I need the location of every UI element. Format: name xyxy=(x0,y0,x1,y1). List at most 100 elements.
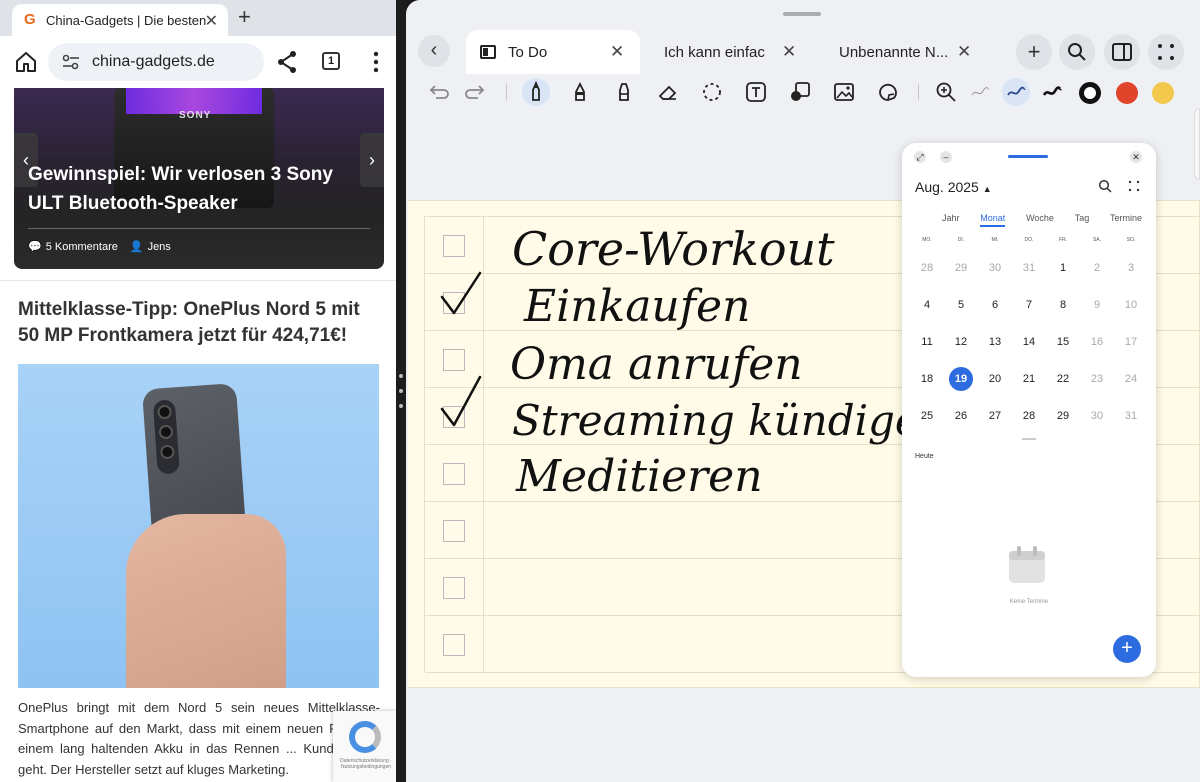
marker-icon[interactable] xyxy=(566,78,594,106)
more-menu-icon[interactable] xyxy=(366,50,386,74)
lasso-icon[interactable] xyxy=(698,78,726,106)
calendar-day[interactable]: 2 xyxy=(1085,256,1109,280)
article-image[interactable] xyxy=(18,364,379,688)
calendar-day[interactable]: 12 xyxy=(949,330,973,354)
calendar-day[interactable]: 25 xyxy=(915,404,939,428)
close-icon[interactable]: ✕ xyxy=(957,42,971,62)
calendar-day[interactable]: 24 xyxy=(1119,367,1143,391)
calendar-day[interactable]: 5 xyxy=(949,293,973,317)
close-tab-icon[interactable]: ✕ xyxy=(205,11,218,31)
tab-day[interactable]: Tag xyxy=(1075,213,1090,227)
color-black-swatch[interactable] xyxy=(1079,82,1101,104)
tab-ich-kann[interactable]: Ich kann einfac ✕ xyxy=(664,30,814,74)
color-yellow-swatch[interactable] xyxy=(1152,82,1174,104)
toolbar-separator xyxy=(506,84,507,100)
more-button[interactable] xyxy=(1148,34,1184,70)
calendar-day[interactable]: 29 xyxy=(1051,404,1075,428)
add-event-button[interactable]: + xyxy=(1113,635,1141,663)
calendar-day[interactable]: 14 xyxy=(1017,330,1041,354)
calendar-day[interactable]: 13 xyxy=(983,330,1007,354)
minimize-icon[interactable]: – xyxy=(940,151,952,163)
tab-week[interactable]: Woche xyxy=(1026,213,1054,227)
calendar-day[interactable]: 28 xyxy=(1017,404,1041,428)
eraser-icon[interactable] xyxy=(654,78,682,106)
undo-icon[interactable] xyxy=(424,78,452,106)
color-red-swatch[interactable] xyxy=(1116,82,1138,104)
calendar-day[interactable]: 11 xyxy=(915,330,939,354)
medium-stroke-icon[interactable] xyxy=(1002,78,1030,106)
month-selector[interactable]: Aug. 2025 ▲ xyxy=(915,179,992,195)
apps-icon[interactable] xyxy=(1128,180,1140,192)
calendar-day[interactable]: 22 xyxy=(1051,367,1075,391)
calendar-day[interactable]: 31 xyxy=(1119,404,1143,428)
tab-year[interactable]: Jahr xyxy=(942,213,960,227)
close-icon[interactable]: ✕ xyxy=(782,42,796,62)
thin-stroke-icon[interactable] xyxy=(966,78,994,106)
collapse-handle[interactable] xyxy=(1022,438,1036,440)
back-button[interactable]: ‹ xyxy=(418,35,450,67)
sidebar-toggle-button[interactable] xyxy=(1104,34,1140,70)
tab-appointments[interactable]: Termine xyxy=(1110,213,1142,227)
article-title[interactable]: Mittelklasse-Tipp: OnePlus Nord 5 mit 50… xyxy=(18,297,384,349)
expand-icon[interactable]: ⤢ xyxy=(914,151,926,163)
calendar-day[interactable]: 7 xyxy=(1017,293,1041,317)
calendar-day[interactable]: 6 xyxy=(983,293,1007,317)
calendar-day[interactable]: 29 xyxy=(949,256,973,280)
calendar-day[interactable]: 8 xyxy=(1051,293,1075,317)
calendar-day[interactable]: 20 xyxy=(983,367,1007,391)
calendar-day[interactable]: 30 xyxy=(983,256,1007,280)
calendar-day[interactable]: 28 xyxy=(915,256,939,280)
calendar-day[interactable]: 17 xyxy=(1119,330,1143,354)
sticker-icon[interactable] xyxy=(874,78,902,106)
thick-stroke-icon[interactable] xyxy=(1038,78,1066,106)
redo-icon[interactable] xyxy=(462,78,490,106)
calendar-day[interactable]: 18 xyxy=(915,367,939,391)
tab-switcher-button[interactable]: 1 xyxy=(322,52,340,70)
highlighter-icon[interactable] xyxy=(610,78,638,106)
calendar-day[interactable]: 31 xyxy=(1017,256,1041,280)
calendar-day[interactable]: 23 xyxy=(1085,367,1109,391)
window-grab-handle[interactable] xyxy=(783,12,821,16)
close-icon[interactable]: ✕ xyxy=(1130,151,1142,163)
home-icon[interactable] xyxy=(14,50,38,74)
search-icon[interactable] xyxy=(1098,179,1112,193)
hero-title[interactable]: Gewinnspiel: Wir verlosen 3 Sony ULT Blu… xyxy=(28,160,372,218)
calendar-day[interactable]: 1 xyxy=(1051,256,1075,280)
calendar-widget[interactable]: ⤢ – ✕ Aug. 2025 ▲ Jahr Monat Woche Tag T… xyxy=(902,143,1156,677)
new-tab-icon[interactable]: + xyxy=(238,4,251,30)
image-icon[interactable] xyxy=(830,78,858,106)
calendar-day[interactable]: 26 xyxy=(949,404,973,428)
address-bar[interactable]: china-gadgets.de xyxy=(48,43,264,81)
calendar-day[interactable]: 4 xyxy=(915,293,939,317)
tab-month[interactable]: Monat xyxy=(980,213,1006,227)
pen-icon[interactable] xyxy=(522,78,550,106)
side-panel-peek[interactable] xyxy=(1194,108,1200,180)
comments-count: 5 Kommentare xyxy=(45,240,118,253)
shape-icon[interactable] xyxy=(786,78,814,106)
site-settings-icon[interactable] xyxy=(62,54,80,70)
tab-unbenannt[interactable]: Unbenannte N... ✕ xyxy=(839,30,989,74)
calendar-day[interactable]: 3 xyxy=(1119,256,1143,280)
calendar-day[interactable]: 9 xyxy=(1085,293,1109,317)
hero-slider[interactable]: SONY ‹ › Gewinnspiel: Wir verlosen 3 Son… xyxy=(14,88,384,269)
comments-link[interactable]: 💬 5 Kommentare xyxy=(28,240,118,254)
search-button[interactable] xyxy=(1059,34,1095,70)
calendar-day[interactable]: 21 xyxy=(1017,367,1041,391)
text-icon[interactable] xyxy=(742,78,770,106)
split-handle-icon[interactable] xyxy=(399,374,403,408)
calendar-day[interactable]: 15 xyxy=(1051,330,1075,354)
zoom-pen-icon[interactable] xyxy=(932,78,960,106)
calendar-day[interactable]: 27 xyxy=(983,404,1007,428)
browser-tab[interactable]: G China-Gadgets | Die besten ✕ xyxy=(12,4,228,36)
author-link[interactable]: 👤 Jens xyxy=(130,240,171,254)
calendar-day-selected[interactable]: 19 xyxy=(949,366,973,391)
add-page-button[interactable]: + xyxy=(1016,34,1052,70)
calendar-day[interactable]: 16 xyxy=(1085,330,1109,354)
widget-drag-handle[interactable] xyxy=(1008,155,1048,158)
recaptcha-badge[interactable]: Datenschutzerklärung · Nutzungsbedingung… xyxy=(333,711,396,782)
calendar-day[interactable]: 10 xyxy=(1119,293,1143,317)
tab-to-do[interactable]: To Do ✕ xyxy=(466,30,640,74)
close-icon[interactable]: ✕ xyxy=(610,42,624,62)
calendar-day[interactable]: 30 xyxy=(1085,404,1109,428)
share-icon[interactable] xyxy=(276,50,298,74)
